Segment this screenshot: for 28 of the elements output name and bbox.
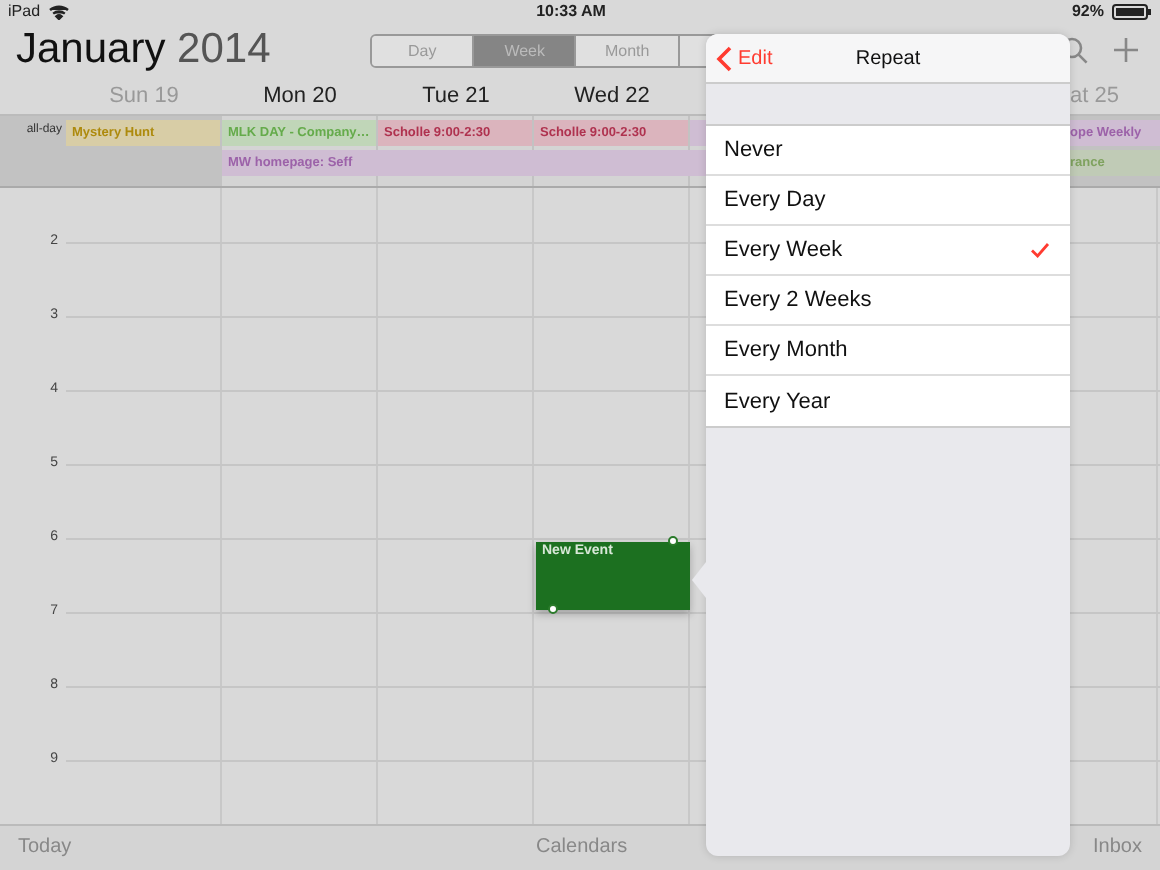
day-header: at 25 — [1070, 84, 1119, 109]
popover-title: Repeat — [855, 47, 921, 69]
day-header: Sun 19 — [109, 84, 179, 109]
back-button[interactable]: Edit — [706, 45, 773, 71]
wifi-icon — [48, 3, 71, 20]
clock-time: 10:33 AM — [536, 2, 606, 21]
device-name: iPad — [8, 2, 41, 21]
chevron-left-icon — [716, 45, 732, 71]
view-tab[interactable]: Month — [576, 35, 680, 66]
repeat-option[interactable]: Every Month — [706, 326, 1070, 376]
month-title: January 2014 — [16, 26, 273, 75]
repeat-option[interactable]: Every Year — [706, 376, 1070, 426]
resize-handle[interactable] — [668, 535, 678, 546]
battery-percent: 92% — [1071, 2, 1104, 21]
toolbar-button[interactable]: Inbox — [1093, 836, 1142, 859]
day-header: Wed 22 — [574, 84, 650, 109]
view-tab[interactable]: Day — [372, 35, 475, 66]
battery-icon — [1111, 3, 1152, 20]
toolbar-button[interactable]: Calendars — [536, 836, 628, 859]
day-header: Mon 20 — [263, 84, 337, 109]
repeat-option[interactable]: Never — [706, 126, 1070, 176]
toolbar-button[interactable]: Today — [18, 836, 72, 859]
day-header: Tue 21 — [422, 84, 490, 109]
resize-handle[interactable] — [548, 603, 558, 614]
plus-icon — [1112, 36, 1140, 65]
repeat-option[interactable]: Every Week — [706, 226, 1070, 276]
repeat-option[interactable]: Every 2 Weeks — [706, 276, 1070, 326]
repeat-option[interactable]: Every Day — [706, 176, 1070, 226]
